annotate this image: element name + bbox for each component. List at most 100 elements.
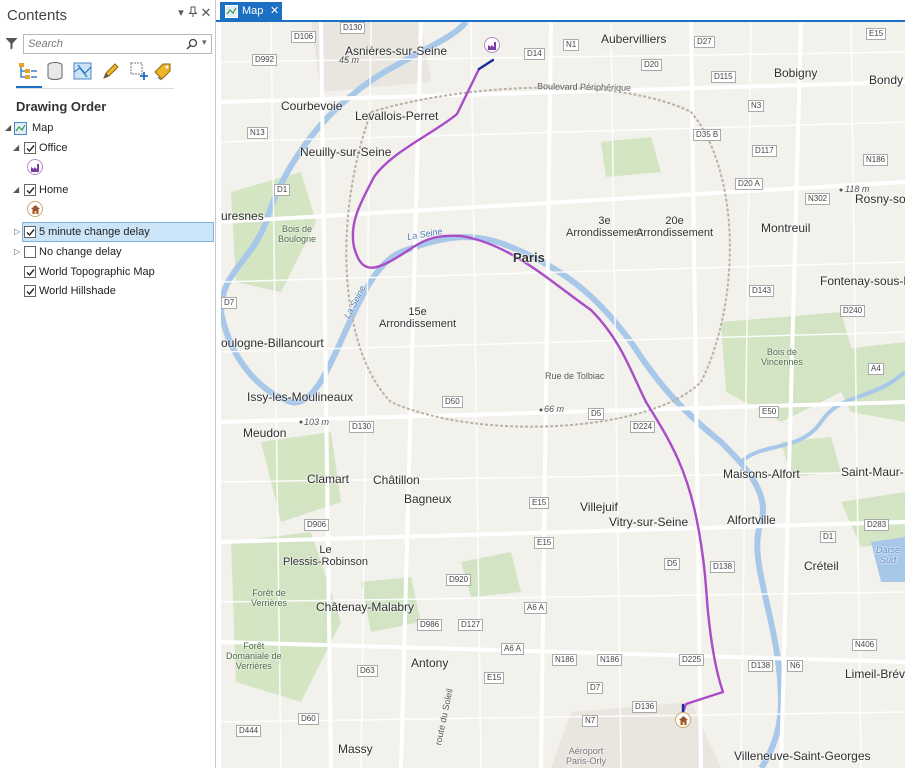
layer-label: No change delay xyxy=(39,246,122,258)
layer-visibility-checkbox[interactable] xyxy=(24,142,36,154)
road-shield: E15 xyxy=(484,672,505,684)
layer-visibility-checkbox[interactable] xyxy=(24,226,36,238)
office-symbol-icon xyxy=(27,159,43,175)
place-label: Courbevoie xyxy=(281,99,343,113)
search-icon[interactable] xyxy=(186,38,198,50)
place-label: Villejuif xyxy=(580,500,618,514)
list-by-snapping-icon[interactable] xyxy=(128,60,150,82)
collapse-icon[interactable]: ◢ xyxy=(13,181,21,199)
road-shield: D106 xyxy=(291,31,317,43)
road-shield: D992 xyxy=(252,54,278,66)
list-by-source-icon[interactable] xyxy=(44,60,66,82)
layer-row-home[interactable]: ◢ Home xyxy=(0,181,214,199)
road-shield: D20 xyxy=(641,59,662,71)
place-label: Paris xyxy=(513,250,545,265)
place-label: Maisons-Alfort xyxy=(723,467,800,481)
layer-row-map[interactable]: ◢ Map xyxy=(0,119,214,137)
pane-title: Contents xyxy=(7,7,68,24)
layer-row-world-topographic-map[interactable]: World Topographic Map xyxy=(0,263,214,281)
close-tab-icon[interactable]: ✕ xyxy=(270,4,279,17)
layer-visibility-checkbox[interactable] xyxy=(24,246,36,258)
list-by-editing-icon[interactable] xyxy=(100,60,122,82)
search-input[interactable] xyxy=(28,37,178,51)
elevation-label: 45 m xyxy=(339,55,360,65)
toolbar-divider xyxy=(16,88,174,89)
road-shield: N406 xyxy=(852,639,878,651)
road-shield: D27 xyxy=(694,36,715,48)
home-marker-icon[interactable] xyxy=(675,712,691,728)
road-shield: E15 xyxy=(534,537,555,549)
layer-visibility-checkbox[interactable] xyxy=(24,285,36,297)
contents-toolbar xyxy=(16,60,176,86)
road-shield: D130 xyxy=(340,22,366,34)
place-label: Le Plessis-Robinson xyxy=(283,544,368,568)
elevation-label: 103 m xyxy=(304,417,330,427)
place-label: Bobigny xyxy=(774,66,818,80)
pane-options-icon[interactable]: ▾ xyxy=(175,6,187,20)
expand-icon[interactable]: ▷ xyxy=(14,223,22,241)
road-shield: D986 xyxy=(417,619,443,631)
layer-row-no-change-delay[interactable]: ▷ No change delay xyxy=(0,243,214,261)
map-icon xyxy=(14,122,27,135)
road-shield: N186 xyxy=(863,154,889,166)
place-label: Montreuil xyxy=(761,221,811,235)
layer-row-5-minute-change-delay[interactable]: ▷ 5 minute change delay xyxy=(0,223,214,241)
search-box: ▾ xyxy=(23,34,212,54)
route-end-segment xyxy=(477,58,495,71)
street-label: Boulevard Périphérique xyxy=(536,81,632,93)
layer-label: World Hillshade xyxy=(39,285,116,297)
list-by-selection-icon[interactable] xyxy=(72,60,94,82)
road-shield: D117 xyxy=(752,145,777,157)
pane-header: Contents ▾ ✕ xyxy=(0,0,216,30)
road-shield: D138 xyxy=(710,561,736,573)
park-label: Forêt de Verrières xyxy=(251,588,288,608)
road-shield: D7 xyxy=(587,682,604,694)
expand-icon[interactable]: ▷ xyxy=(14,243,22,261)
road-shield: N186 xyxy=(597,654,623,666)
road-shield: A4 xyxy=(868,363,884,375)
road-shield: D5 xyxy=(664,558,681,570)
close-icon[interactable]: ✕ xyxy=(200,6,212,20)
road-shield: D20 A xyxy=(735,178,763,190)
road-shield: D906 xyxy=(304,519,330,531)
road-shield: N13 xyxy=(247,127,268,139)
park-label: Forêt Domaniale de Verrières xyxy=(226,641,282,671)
place-label: Aubervilliers xyxy=(601,32,667,46)
layer-label: 5 minute change delay xyxy=(39,226,150,238)
layer-visibility-checkbox[interactable] xyxy=(24,184,36,196)
place-label: Antony xyxy=(411,656,449,670)
tab-map[interactable]: Map ✕ xyxy=(220,2,282,21)
search-dropdown-icon[interactable]: ▾ xyxy=(202,37,207,48)
road-shield: N7 xyxy=(582,715,599,727)
road-shield: A6 A xyxy=(524,602,547,614)
road-shield: D50 xyxy=(442,396,463,408)
place-label: Châtenay-Malabry xyxy=(316,600,415,614)
layer-visibility-checkbox[interactable] xyxy=(24,266,36,278)
road-shield: D1 xyxy=(820,531,837,543)
list-by-labeling-icon[interactable] xyxy=(152,60,174,82)
filter-icon[interactable] xyxy=(5,37,18,50)
office-marker-icon[interactable] xyxy=(484,37,500,53)
collapse-icon[interactable]: ◢ xyxy=(5,119,13,137)
place-label: Bagneux xyxy=(404,492,452,506)
list-by-drawing-order-icon[interactable] xyxy=(16,60,38,82)
layer-row-office[interactable]: ◢ Office xyxy=(0,139,214,157)
road-shield: D283 xyxy=(864,519,890,531)
road-shield: N6 xyxy=(787,660,804,672)
tab-label: Map xyxy=(242,5,264,17)
road-shield: N186 xyxy=(552,654,578,666)
view-tab-strip: Map ✕ xyxy=(216,0,905,22)
pin-icon[interactable] xyxy=(187,6,199,20)
road-shield: E15 xyxy=(529,497,550,509)
road-shield: D444 xyxy=(236,725,262,737)
airport-label: Aéroport Paris-Orly xyxy=(566,746,606,766)
collapse-icon[interactable]: ◢ xyxy=(13,139,21,157)
road-shield: D127 xyxy=(458,619,484,631)
place-label: Massy xyxy=(338,742,373,756)
place-label: Fontenay-sous-B xyxy=(820,274,905,288)
road-shield: D920 xyxy=(446,574,472,586)
park-label: Bois de Vincennes xyxy=(761,347,803,367)
map-view[interactable]: Asnières-sur-Seine Aubervilliers Bobigny… xyxy=(221,22,905,768)
layer-label: World Topographic Map xyxy=(39,266,155,278)
layer-row-world-hillshade[interactable]: World Hillshade xyxy=(0,282,214,300)
